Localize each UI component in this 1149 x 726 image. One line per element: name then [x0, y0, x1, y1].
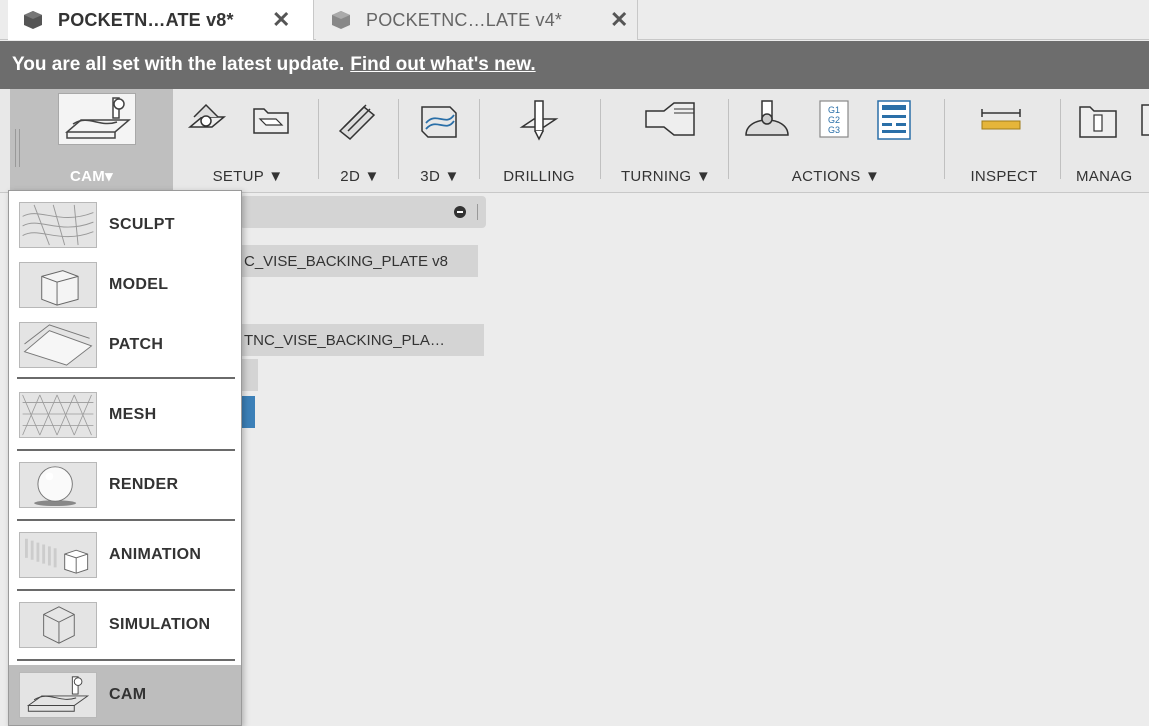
inspect-label: INSPECT — [970, 168, 1038, 185]
workspace-item-render[interactable]: RENDER — [9, 455, 241, 515]
turning-group[interactable]: TURNING ▼ — [604, 89, 728, 193]
setup-label: SETUP ▼ — [212, 168, 284, 185]
workspace-item-label: MODEL — [109, 276, 169, 293]
turning-label: TURNING ▼ — [620, 168, 712, 185]
browser-panel-header[interactable] — [240, 196, 486, 228]
collapse-panel-icon[interactable] — [454, 206, 466, 218]
3d-group[interactable]: 3D ▼ — [402, 89, 478, 193]
simulation-icon — [19, 602, 97, 648]
manage-group[interactable]: MANAG — [1064, 89, 1149, 193]
model-icon — [19, 262, 97, 308]
toolbar-divider — [318, 99, 319, 179]
workspace-switcher-button[interactable]: CAM▾ — [10, 89, 173, 193]
workspace-item-label: SIMULATION — [109, 616, 211, 633]
tool-library-icon — [1079, 106, 1117, 138]
menu-divider — [17, 589, 235, 591]
toolbar-grip-icon[interactable] — [15, 129, 20, 167]
banner-message: You are all set with the latest update. — [12, 54, 345, 75]
cam-workspace-thumbnail — [58, 93, 136, 145]
tab-title: POCKETN…ATE v8* — [58, 9, 234, 30]
toolbar-overflow-icon — [1141, 104, 1149, 136]
menu-divider — [17, 377, 235, 379]
browser-setup-row[interactable]: TNC_VISE_BACKING_PLA… — [240, 324, 484, 356]
3d-label: 3D ▼ — [420, 168, 460, 185]
setup-group[interactable]: SETUP ▼ — [178, 89, 318, 193]
actions-label: ACTIONS ▼ — [791, 168, 881, 185]
update-banner: You are all set with the latest update. … — [0, 41, 1149, 89]
mesh-icon — [19, 392, 97, 438]
cam-icon — [19, 672, 97, 718]
document-cube-icon — [24, 11, 42, 29]
close-tab-icon[interactable]: ✕ — [272, 7, 290, 33]
cam-icon — [64, 97, 132, 139]
drilling-label: DRILLING — [503, 168, 575, 185]
workspace-item-mesh[interactable]: MESH — [9, 385, 241, 445]
simulate-icon — [745, 100, 789, 136]
workspace-item-label: PATCH — [109, 336, 164, 353]
document-tab-bar: POCKETN…ATE v8* ✕ POCKETNC…LATE v4* ✕ — [0, 0, 1149, 40]
svg-text:G1: G1 — [828, 105, 840, 115]
animation-icon — [19, 532, 97, 578]
inspect-group[interactable]: INSPECT — [948, 89, 1060, 193]
panel-grip-icon[interactable] — [477, 204, 480, 220]
workspace-item-simulation[interactable]: SIMULATION — [9, 595, 241, 655]
sculpt-icon — [19, 202, 97, 248]
cam-toolbar: CAM▾ SETUP ▼ 2D ▼ 3D ▼ DRILLING TURNING … — [0, 89, 1149, 193]
new-setup-folder-icon — [253, 108, 289, 134]
post-process-icon: G1 G2 G3 — [819, 100, 849, 138]
browser-document-row[interactable]: C_VISE_BACKING_PLATE v8 — [240, 245, 478, 277]
3d-toolpath-icon — [421, 106, 457, 138]
2d-group[interactable]: 2D ▼ — [322, 89, 398, 193]
toolbar-divider — [600, 99, 601, 179]
whats-new-link[interactable]: Find out what's new. — [350, 54, 535, 76]
document-tab-inactive[interactable]: POCKETNC…LATE v4* ✕ — [316, 0, 638, 40]
drill-icon — [519, 100, 559, 141]
drilling-group[interactable]: DRILLING — [484, 89, 594, 193]
browser-selected-row[interactable] — [240, 396, 255, 428]
menu-divider — [17, 659, 235, 661]
workspace-dropdown-menu: SCULPT MODEL PATCH MESH RENDER ANIMATION… — [8, 190, 242, 726]
patch-icon — [19, 322, 97, 368]
toolbar-divider — [1060, 99, 1061, 179]
workspace-label: CAM▾ — [70, 168, 113, 185]
manage-label: MANAG — [1076, 168, 1133, 185]
workspace-item-label: SCULPT — [109, 216, 175, 233]
workspace-item-model[interactable]: MODEL — [9, 255, 241, 315]
workspace-item-sculpt[interactable]: SCULPT — [9, 195, 241, 255]
menu-divider — [17, 449, 235, 451]
tab-title: POCKETNC…LATE v4* — [366, 9, 563, 30]
toolbar-divider — [398, 99, 399, 179]
document-cube-icon — [332, 11, 350, 29]
measure-icon — [981, 109, 1021, 130]
document-tab-active[interactable]: POCKETN…ATE v8* ✕ — [8, 0, 314, 40]
workspace-item-patch[interactable]: PATCH — [9, 315, 241, 375]
close-tab-icon[interactable]: ✕ — [610, 7, 628, 33]
turning-icon — [645, 102, 695, 136]
toolbar-divider — [944, 99, 945, 179]
workspace-item-animation[interactable]: ANIMATION — [9, 525, 241, 585]
browser-row[interactable] — [240, 359, 258, 391]
setup-icon — [187, 103, 227, 128]
workspace-item-label: CAM — [109, 686, 147, 703]
2d-label: 2D ▼ — [340, 168, 380, 185]
setup-sheet-icon — [877, 100, 911, 140]
workspace-item-label: MESH — [109, 406, 157, 423]
workspace-item-label: ANIMATION — [109, 546, 202, 563]
svg-text:G3: G3 — [828, 125, 840, 135]
toolbar-divider — [479, 99, 480, 179]
toolbar-divider — [728, 99, 729, 179]
menu-divider — [17, 519, 235, 521]
render-icon — [19, 462, 97, 508]
workspace-item-label: RENDER — [109, 476, 179, 493]
2d-toolpath-icon — [338, 104, 376, 141]
workspace-item-cam[interactable]: CAM — [9, 665, 241, 725]
actions-group[interactable]: G1 G2 G3 ACTIONS ▼ — [732, 89, 940, 193]
svg-text:G2: G2 — [828, 115, 840, 125]
